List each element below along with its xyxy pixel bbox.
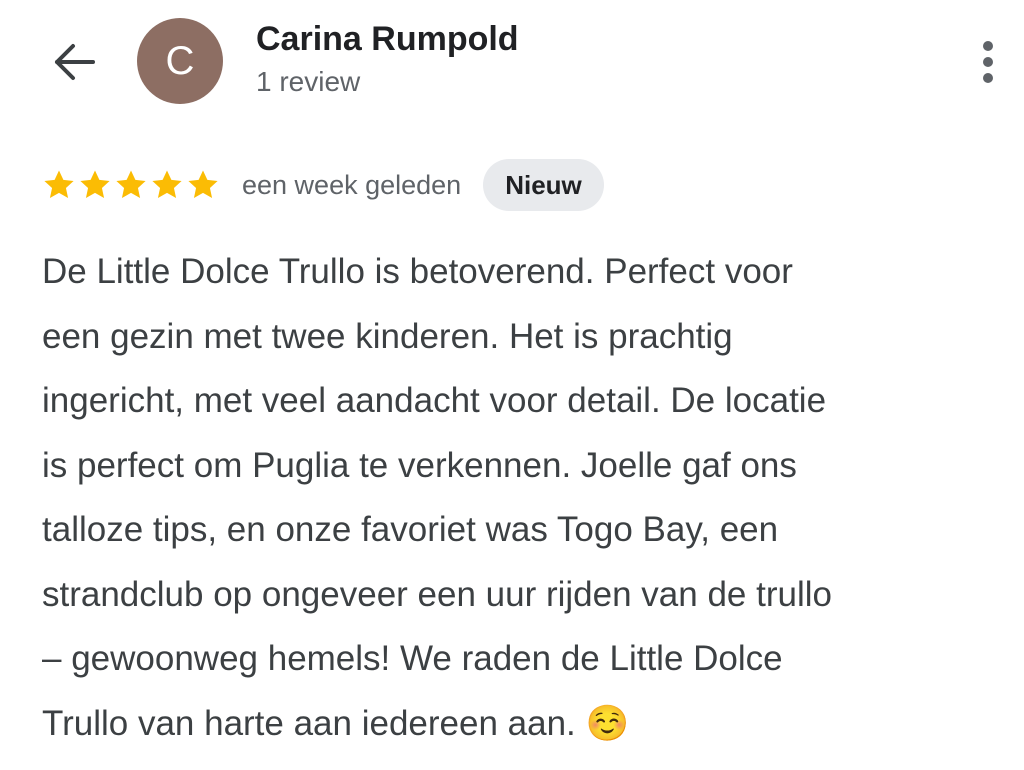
new-badge: Nieuw xyxy=(483,159,604,211)
review-header: C Carina Rumpold 1 review xyxy=(0,0,1024,130)
more-vertical-icon xyxy=(983,41,993,51)
star-icon xyxy=(152,170,182,199)
more-vertical-icon-dot xyxy=(983,73,993,83)
star-rating xyxy=(42,168,220,202)
review-date: een week geleden xyxy=(242,169,462,200)
review-text-line: Trullo van harte aan iedereen aan. ☺️ xyxy=(42,703,630,743)
review-text-line: een gezin met twee kinderen. Het is prac… xyxy=(42,316,733,356)
avatar[interactable]: C xyxy=(137,18,223,104)
more-options-button[interactable] xyxy=(968,34,1008,90)
review-text-line: is perfect om Puglia te verkennen. Joell… xyxy=(42,445,797,485)
arrow-left-icon xyxy=(55,44,95,80)
star-icon xyxy=(44,170,74,199)
review-text: De Little Dolce Trullo is betoverend. Pe… xyxy=(42,240,1017,756)
back-button[interactable] xyxy=(44,36,104,88)
more-vertical-icon-dot xyxy=(983,57,993,67)
review-meta: een week geleden Nieuw xyxy=(42,158,604,212)
review-count: 1 review xyxy=(256,66,361,97)
star-icon xyxy=(80,170,110,199)
review-text-line: ingericht, met veel aandacht voor detail… xyxy=(42,381,827,420)
review-text-line: strandclub op ongeveer een uur rijden va… xyxy=(42,574,832,614)
review-text-line: De Little Dolce Trullo is betoverend. Pe… xyxy=(42,252,793,291)
avatar-letter: C xyxy=(165,38,195,83)
star-icon xyxy=(116,170,146,199)
review-text-line: talloze tips, en onze favoriet was Togo … xyxy=(42,510,779,549)
review-text-line: – gewoonweg hemels! We raden de Little D… xyxy=(42,639,783,678)
reviewer-name[interactable]: Carina Rumpold xyxy=(256,20,519,59)
star-icon xyxy=(188,170,218,199)
